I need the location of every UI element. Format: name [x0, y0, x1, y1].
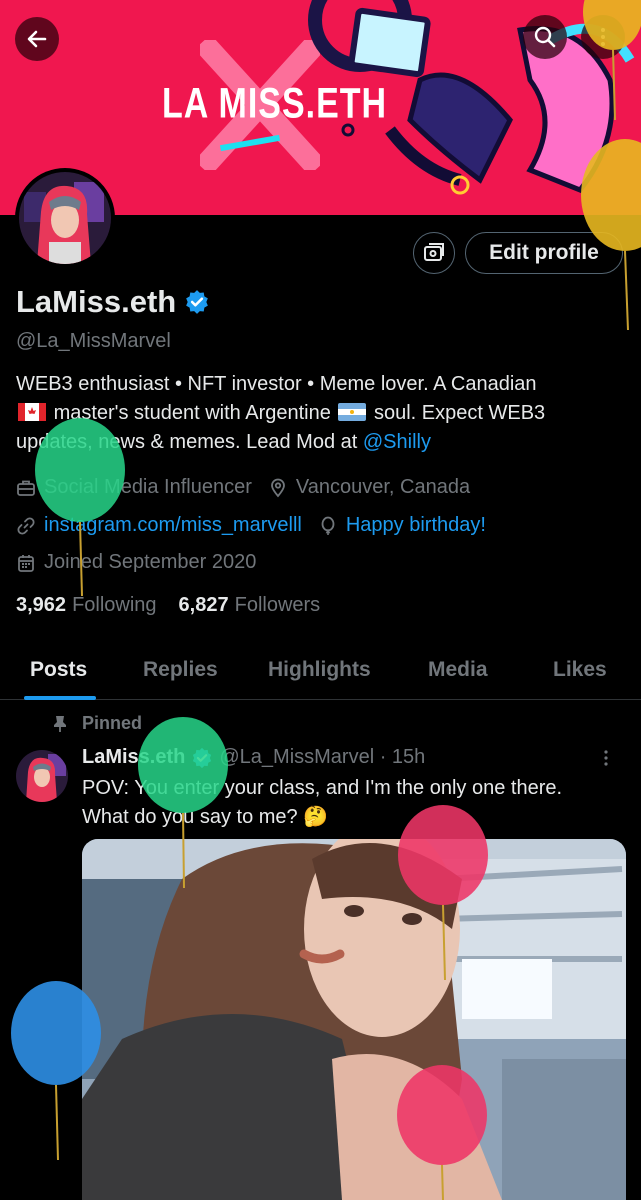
- balloon-icon: [318, 516, 338, 536]
- followers-link[interactable]: 6,827 Followers: [179, 594, 321, 617]
- post-text-line-1: POV: You enter your class, and I'm the o…: [82, 777, 563, 799]
- professional-tools-button[interactable]: [413, 232, 455, 274]
- profile-handle: @La_MissMarvel: [16, 330, 171, 352]
- profile-meta-row-3: Joined September 2020: [16, 551, 272, 574]
- briefcase-icon: [16, 478, 36, 498]
- avatar-photo: [19, 172, 111, 264]
- dashboard-icon: [424, 243, 444, 261]
- shilly-mention-link[interactable]: @Shilly: [363, 431, 431, 453]
- location-item: Vancouver, Canada: [268, 476, 470, 499]
- followers-label: Followers: [234, 594, 321, 616]
- post-text: POV: You enter your class, and I'm the o…: [82, 774, 622, 832]
- pinned-indicator: Pinned: [52, 713, 142, 734]
- pin-icon: [54, 715, 66, 732]
- calendar-icon: [16, 553, 36, 573]
- active-tab-indicator: [24, 696, 96, 700]
- canada-flag-icon: [18, 403, 46, 421]
- bio-text-1: WEB3 enthusiast • NFT investor • Meme lo…: [16, 373, 537, 395]
- tab-highlights[interactable]: Highlights: [268, 658, 371, 682]
- verified-badge-icon[interactable]: [184, 289, 210, 315]
- followers-count: 6,827: [178, 594, 229, 616]
- post-text-line-2: What do you say to me? 🤔: [82, 806, 329, 828]
- profile-tabs: Posts Replies Highlights Media Likes: [0, 648, 641, 700]
- bio-text-2: master's student with Argentine: [53, 402, 331, 424]
- birthday-text: Happy birthday!: [345, 514, 486, 536]
- category-text: Social Media Influencer: [44, 476, 252, 498]
- post-more-button[interactable]: [596, 748, 616, 773]
- joined-item: Joined September 2020: [16, 551, 256, 574]
- argentina-flag-icon: [338, 403, 367, 421]
- location-pin-icon: [268, 478, 288, 498]
- profile-meta-row-2: instagram.com/miss_marvelll Happy birthd…: [16, 514, 502, 537]
- following-link[interactable]: 3,962 Following: [16, 594, 157, 617]
- following-count: 3,962: [16, 594, 67, 616]
- verified-badge-icon: [193, 747, 212, 768]
- post-author-name[interactable]: LaMiss.eth: [82, 746, 185, 769]
- tab-replies[interactable]: Replies: [143, 658, 218, 682]
- category-item: Social Media Influencer: [16, 476, 252, 499]
- post-image[interactable]: [82, 839, 626, 1200]
- back-button[interactable]: [15, 17, 59, 61]
- website-link[interactable]: instagram.com/miss_marvelll: [44, 514, 302, 537]
- post-handle-time: @La_MissMarvel · 15h: [219, 746, 426, 768]
- profile-avatar[interactable]: [15, 168, 115, 268]
- website-item[interactable]: instagram.com/miss_marvelll: [16, 514, 302, 537]
- follow-stats: 3,962 Following 6,827 Followers: [16, 594, 320, 617]
- edit-profile-button[interactable]: Edit profile: [465, 232, 623, 274]
- post-author-avatar[interactable]: [16, 750, 68, 802]
- tab-media[interactable]: Media: [428, 658, 488, 682]
- more-vertical-icon: [604, 750, 608, 766]
- location-text: Vancouver, Canada: [295, 476, 471, 498]
- search-icon: [534, 26, 556, 48]
- tab-posts[interactable]: Posts: [30, 658, 87, 682]
- joined-text: Joined September 2020: [44, 551, 257, 573]
- pinned-label: Pinned: [82, 713, 143, 733]
- tab-likes[interactable]: Likes: [553, 658, 607, 682]
- search-button[interactable]: [523, 15, 567, 59]
- more-options-button[interactable]: [581, 15, 625, 59]
- link-icon: [16, 516, 36, 536]
- profile-meta-row-1: Social Media Influencer Vancouver, Canad…: [16, 476, 486, 499]
- birthday-item: Happy birthday!: [318, 514, 486, 537]
- display-name: LaMiss.eth: [16, 284, 177, 319]
- arrow-left-icon: [27, 30, 47, 48]
- post-header: LaMiss.eth @La_MissMarvel · 15h: [82, 746, 425, 769]
- more-vertical-icon: [601, 28, 605, 46]
- profile-bio: WEB3 enthusiast • NFT investor • Meme lo…: [16, 370, 626, 457]
- profile-name: LaMiss.eth: [16, 284, 210, 320]
- following-label: Following: [72, 594, 157, 616]
